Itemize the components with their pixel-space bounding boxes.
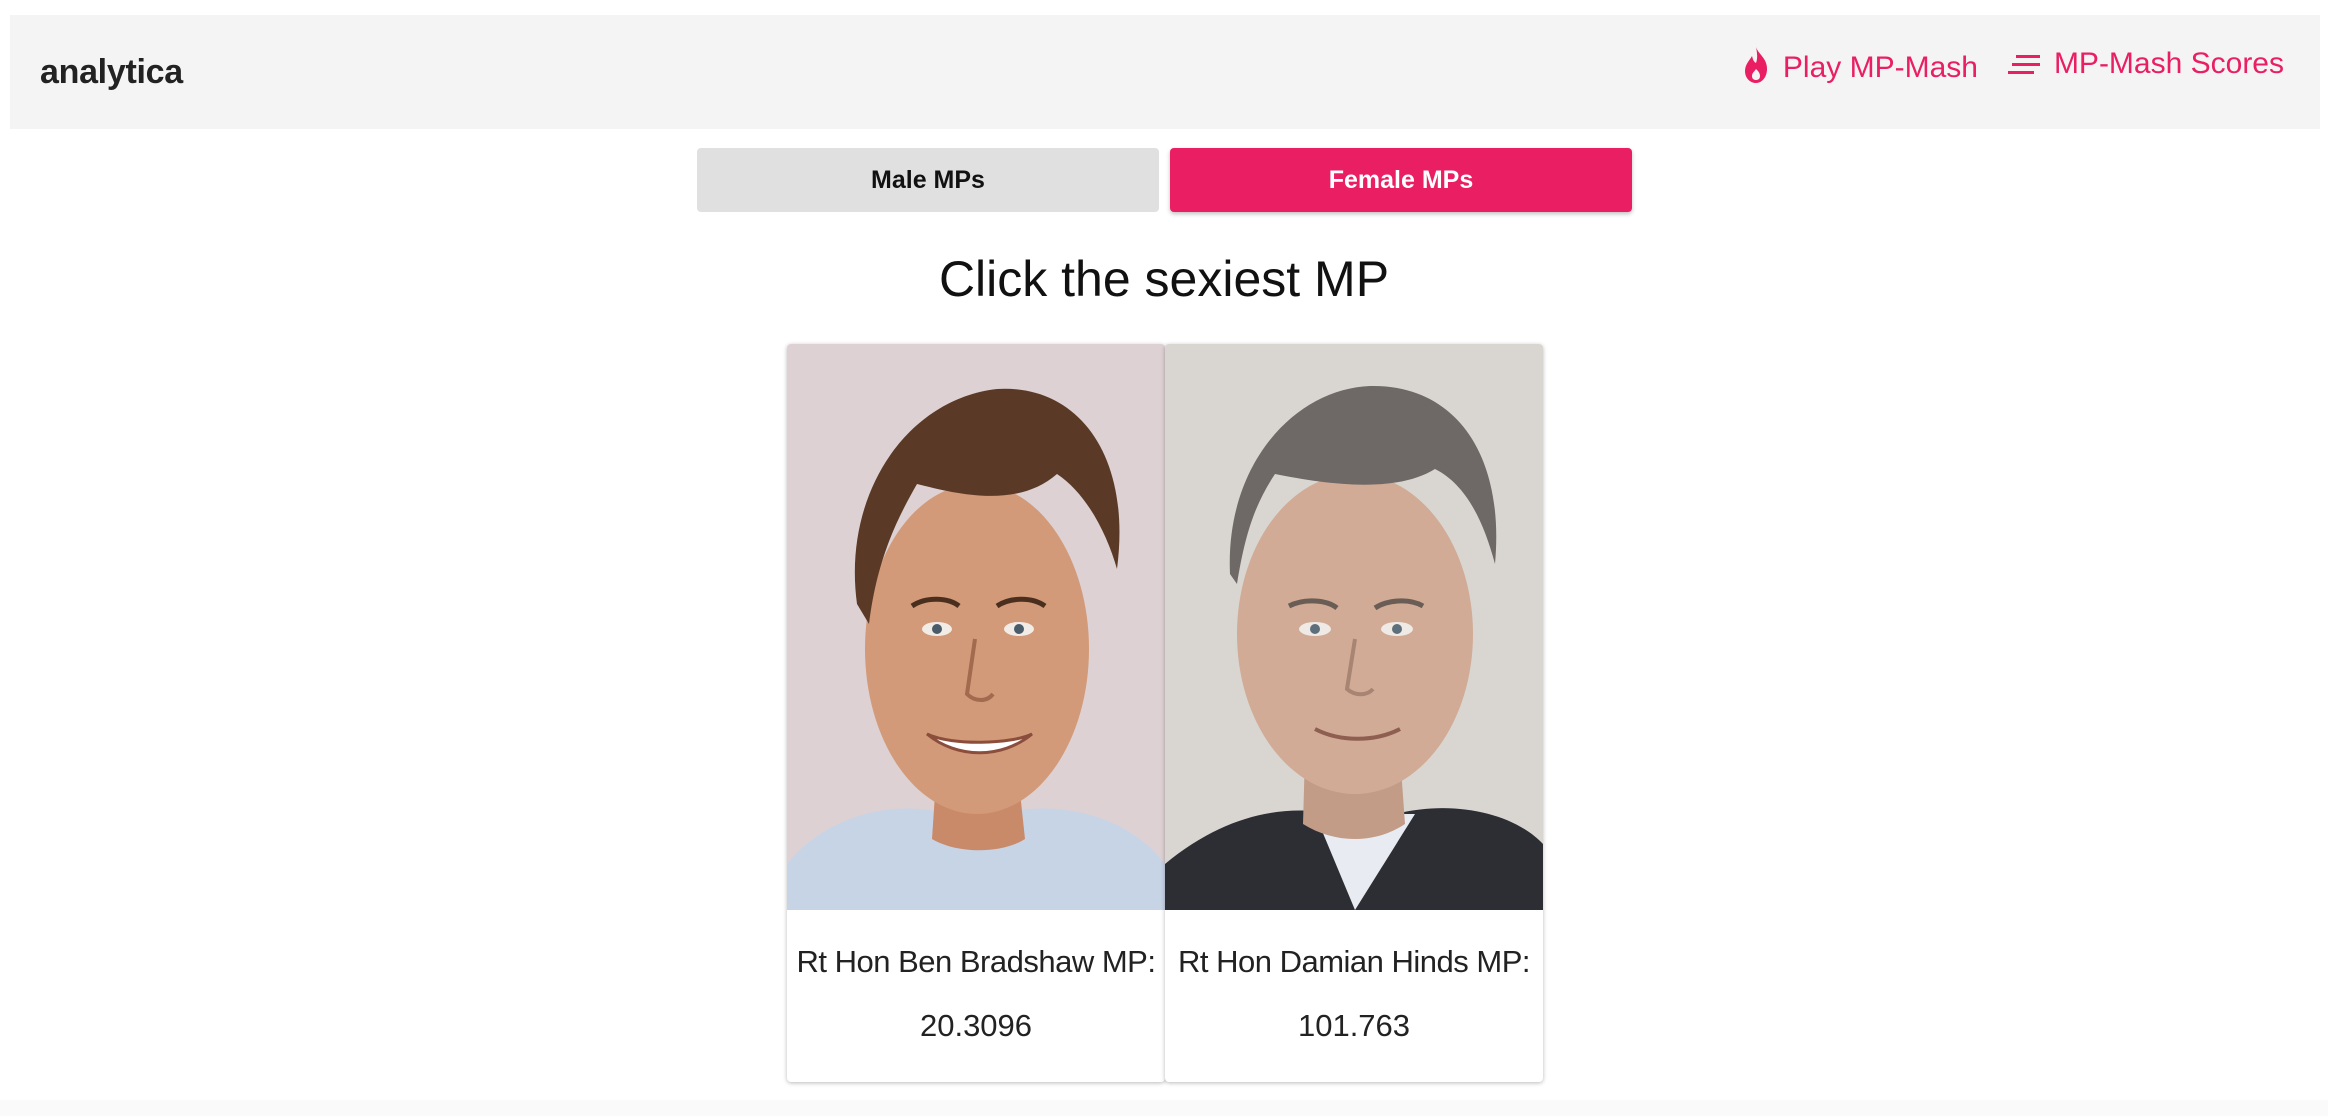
mp-mash-scores-label: MP-Mash Scores: [2053, 47, 2284, 80]
mp-name: Rt Hon Damian Hinds MP:: [1177, 944, 1531, 979]
flame-icon: [1744, 47, 1767, 83]
bottom-divider: [0, 1100, 2328, 1116]
male-mps-button[interactable]: Male MPs: [697, 148, 1159, 212]
play-mp-mash-link[interactable]: Play MP-Mash: [1741, 45, 1978, 85]
play-mp-mash-label: Play MP-Mash: [1782, 51, 1978, 84]
mp-score: 101.763: [1297, 1008, 1411, 1043]
mp-score: 20.3096: [919, 1008, 1033, 1043]
gender-toggle: Male MPs Female MPs: [697, 148, 1632, 212]
nav-links: Play MP-Mash MP-Mash Scores: [1741, 45, 2284, 85]
page-heading: Click the sexiest MP: [938, 251, 1390, 307]
mp-portrait-photo[interactable]: [1165, 344, 1543, 910]
mp-card-right[interactable]: Rt Hon Damian Hinds MP: 101.763: [1165, 344, 1543, 1082]
brand-logo[interactable]: analytica: [40, 53, 183, 92]
female-mps-button[interactable]: Female MPs: [1170, 148, 1632, 212]
sort-lines-icon: [2007, 55, 2040, 74]
mp-card-left[interactable]: Rt Hon Ben Bradshaw MP: 20.3096: [787, 344, 1165, 1082]
mp-name: Rt Hon Ben Bradshaw MP:: [796, 944, 1156, 979]
mp-mash-scores-link[interactable]: MP-Mash Scores: [2007, 47, 2284, 81]
mp-portrait-photo[interactable]: [787, 344, 1165, 910]
top-navbar: analytica Play MP-Mash MP-Mash Scores: [10, 15, 2320, 129]
mp-cards: Rt Hon Ben Bradshaw MP: 20.3096 Rt Hon D…: [787, 344, 1543, 1082]
